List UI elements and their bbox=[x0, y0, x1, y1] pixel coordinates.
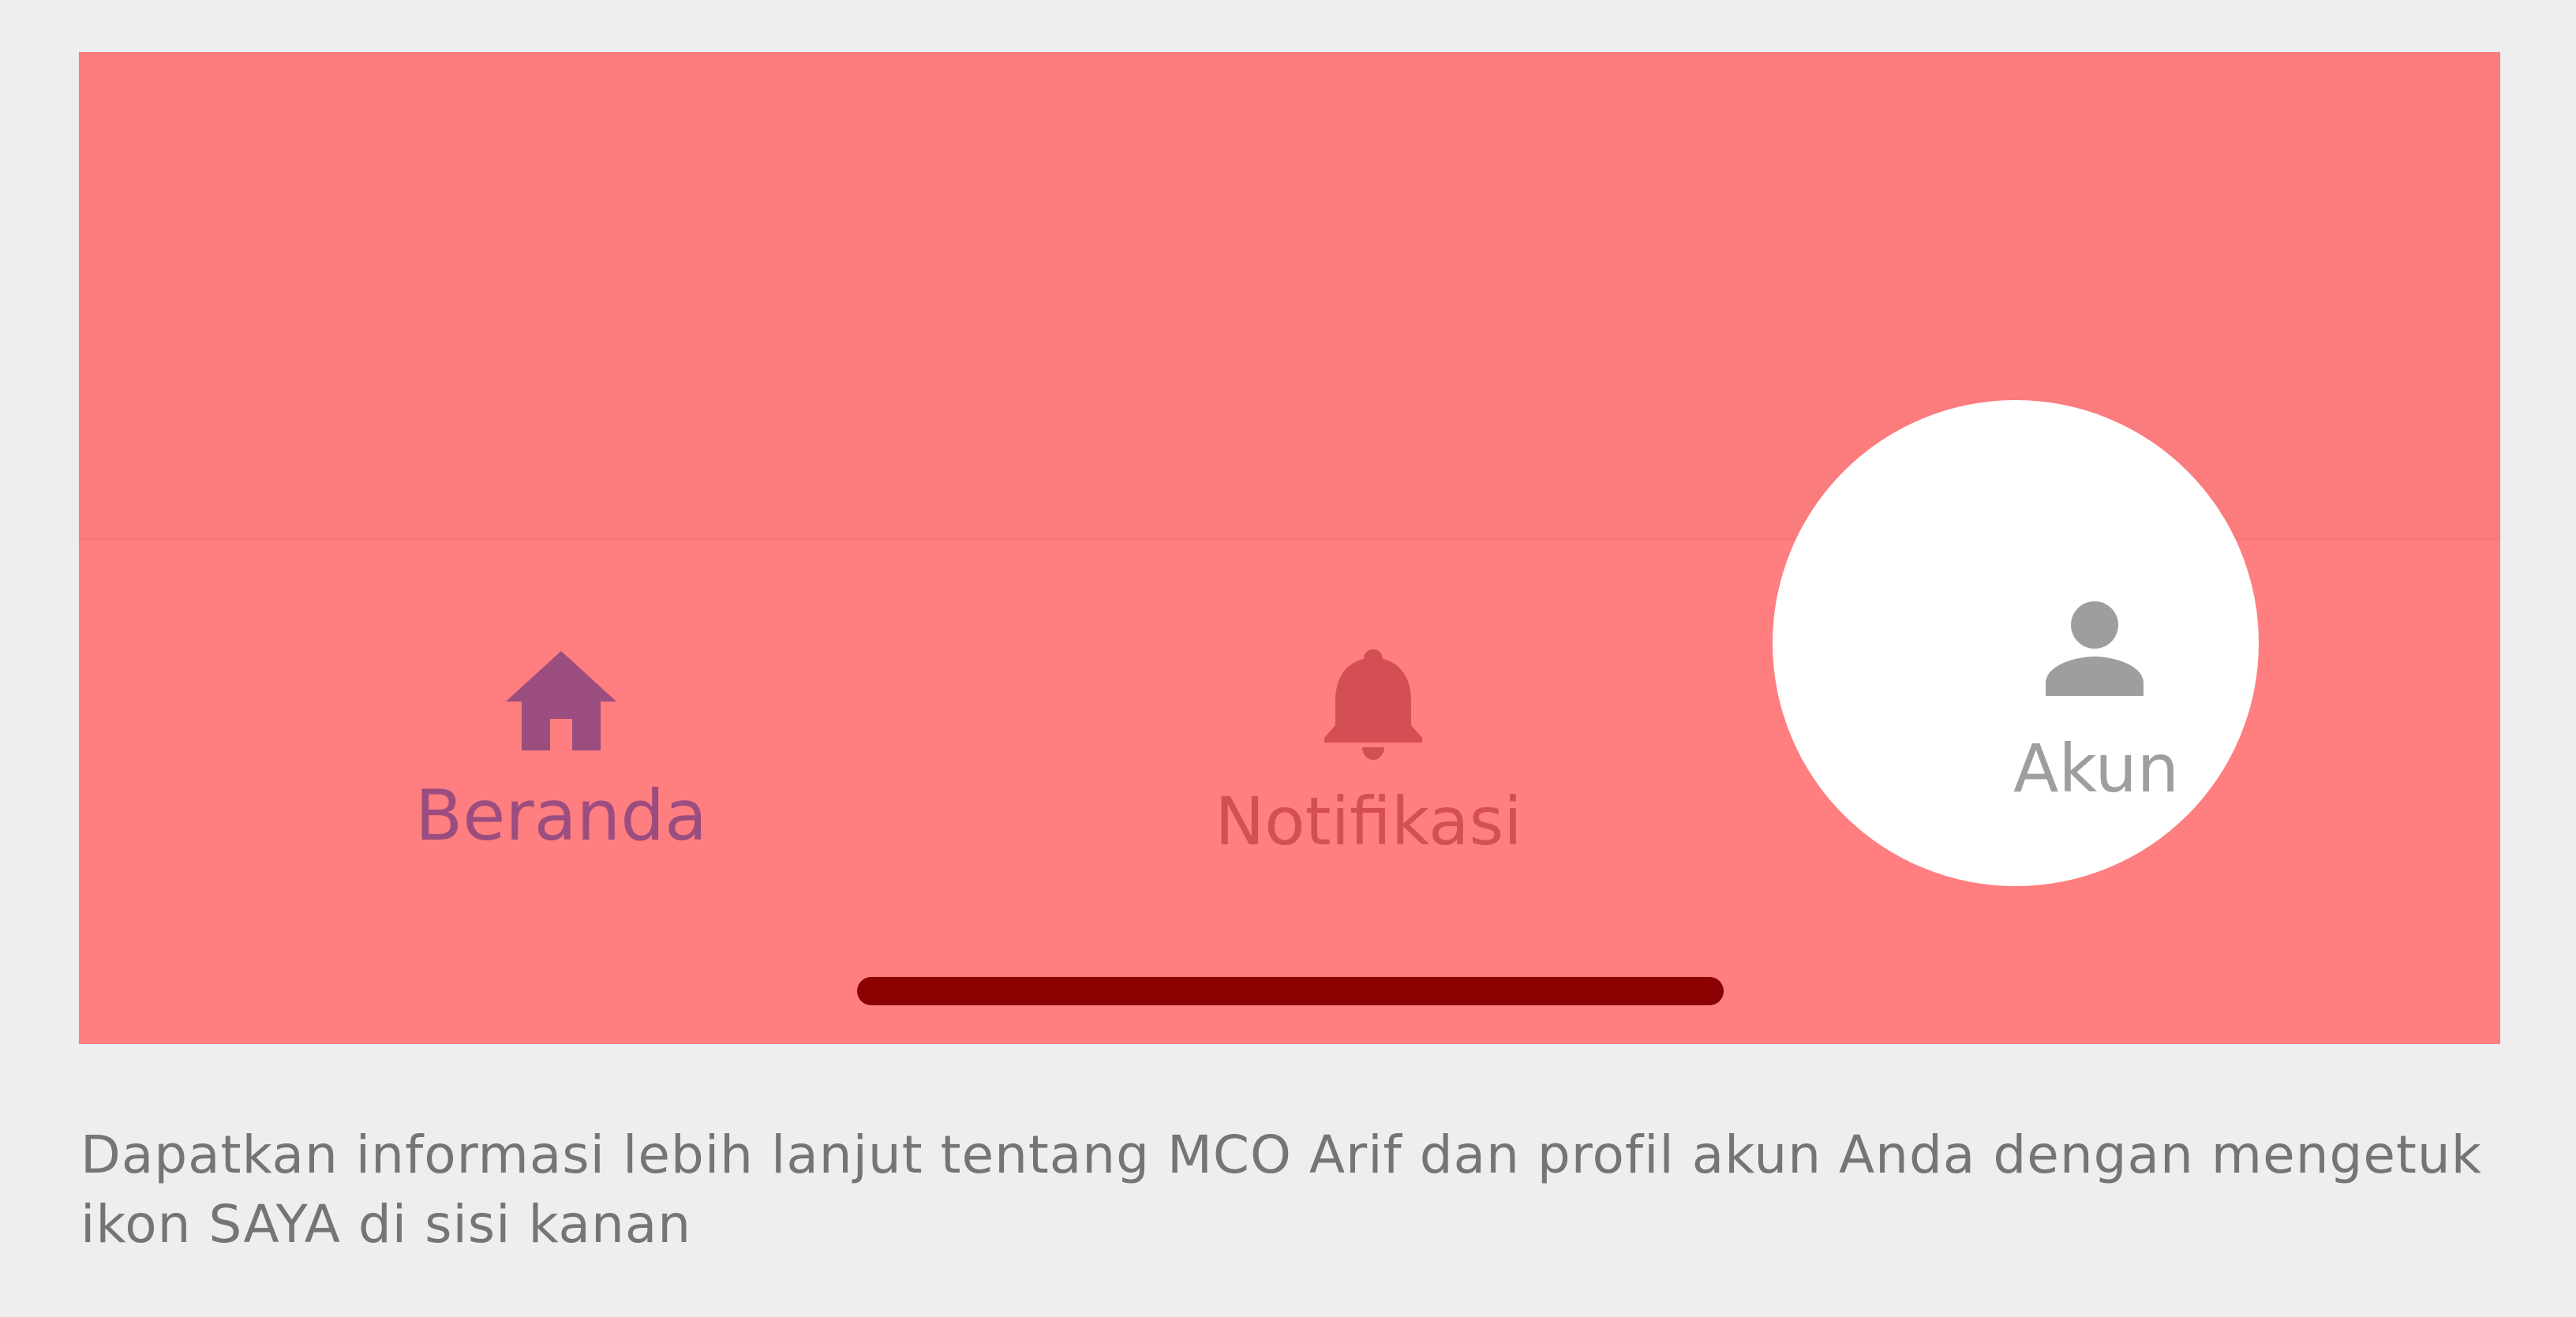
tab-label-akun: Akun bbox=[2013, 730, 2179, 807]
bell-icon bbox=[1324, 649, 1422, 760]
tab-label-notifikasi: Notifikasi bbox=[1215, 783, 1522, 860]
tab-label-beranda: Beranda bbox=[414, 775, 708, 856]
home-icon bbox=[506, 651, 616, 750]
tab-notifikasi[interactable]: Notifikasi bbox=[1163, 541, 1574, 872]
onboarding-caption: Dapatkan informasi lebih lanjut tentang … bbox=[80, 1124, 2482, 1255]
person-icon bbox=[2046, 601, 2144, 696]
tab-beranda[interactable]: Beranda bbox=[356, 541, 766, 872]
home-indicator[interactable] bbox=[857, 977, 1724, 1005]
tab-akun[interactable]: Akun bbox=[1891, 486, 2301, 818]
